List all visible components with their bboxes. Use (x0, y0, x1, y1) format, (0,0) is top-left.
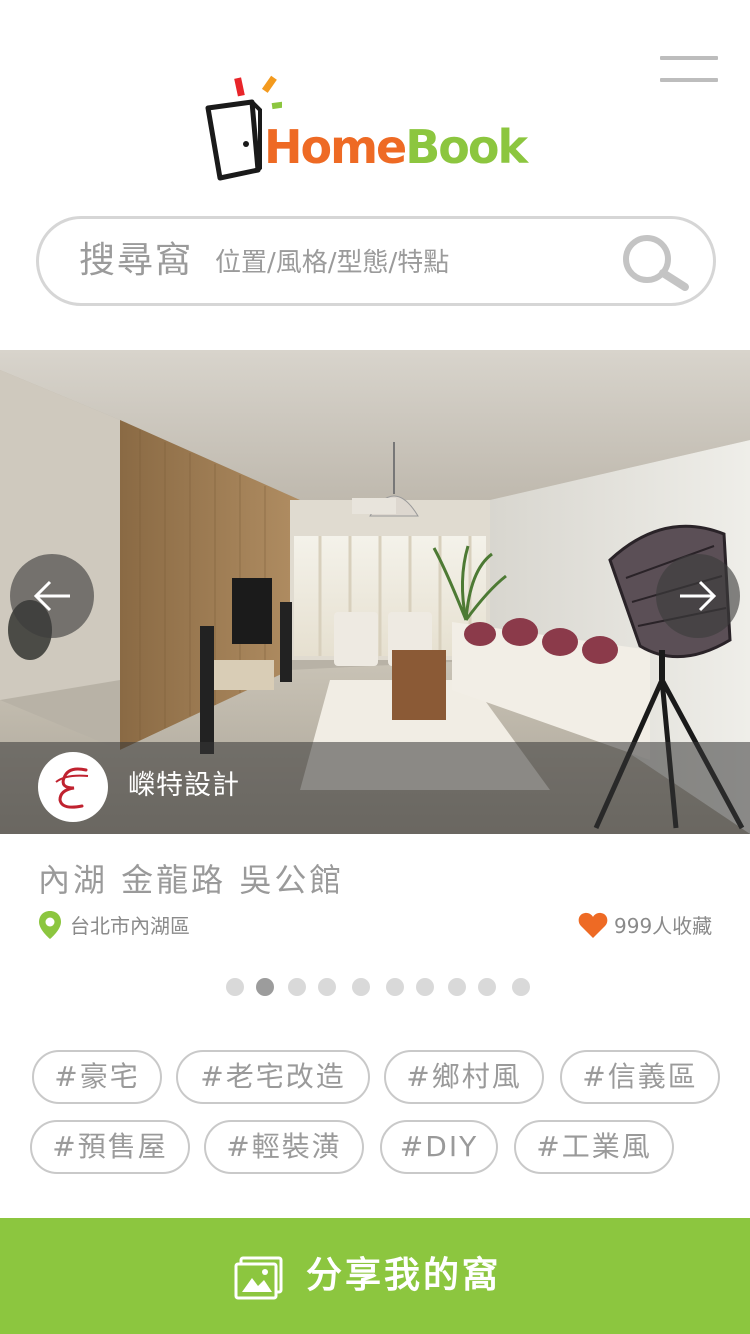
location-pin-icon (39, 911, 61, 939)
pagination-dot[interactable] (226, 978, 244, 996)
hero-carousel[interactable]: 嶸特設計 (0, 350, 750, 834)
carousel-prev-button[interactable] (10, 554, 94, 638)
pagination-dot[interactable] (448, 978, 466, 996)
pagination-dot[interactable] (416, 978, 434, 996)
pagination-dot-active[interactable] (256, 978, 274, 996)
favorite-count: 999人收藏 (614, 914, 713, 938)
arrow-right-icon (680, 580, 717, 612)
designer-name[interactable]: 嶸特設計 (128, 769, 240, 803)
tag-chip[interactable]: #信義區 (560, 1050, 720, 1104)
pagination-dot[interactable] (288, 978, 306, 996)
menu-line (660, 56, 718, 60)
share-label: 分享我的窩 (306, 1255, 502, 1296)
case-title[interactable]: 內湖 金龍路 吳公館 (38, 858, 344, 902)
pagination-dot[interactable] (318, 978, 336, 996)
tag-chip[interactable]: #鄉村風 (384, 1050, 544, 1104)
pagination-dot[interactable] (478, 978, 496, 996)
tag-chip[interactable]: #老宅改造 (176, 1050, 370, 1104)
tag-chip[interactable]: #豪宅 (32, 1050, 162, 1104)
search-title: 搜尋窩 (79, 240, 194, 281)
arrow-left-icon (33, 580, 70, 612)
share-my-home-button[interactable]: 分享我的窩 (0, 1218, 750, 1334)
search-bar[interactable]: 搜尋窩 (36, 216, 716, 306)
homebook-logo[interactable]: HomeBook (202, 74, 554, 184)
search-icon[interactable] (619, 233, 691, 293)
designer-bar[interactable]: 嶸特設計 (0, 742, 750, 834)
pagination-dot[interactable] (512, 978, 530, 996)
tag-chip[interactable]: #DIY (380, 1120, 498, 1174)
favorite-button[interactable]: 999人收藏 (578, 910, 718, 940)
tag-chip[interactable]: #預售屋 (30, 1120, 190, 1174)
tag-chip[interactable]: #輕裝潢 (204, 1120, 364, 1174)
image-upload-icon (234, 1256, 283, 1300)
logo-text-book: Book (405, 120, 528, 174)
location-text: 台北市內湖區 (70, 914, 190, 938)
pagination-dot[interactable] (352, 978, 370, 996)
pagination-dot[interactable] (386, 978, 404, 996)
tag-chip[interactable]: #工業風 (514, 1120, 674, 1174)
designer-logo-icon (55, 767, 89, 809)
menu-line (660, 78, 718, 82)
logo-wordmark: HomeBook (264, 124, 528, 170)
logo-text-home: Home (264, 120, 407, 174)
search-input[interactable] (215, 245, 595, 281)
carousel-next-button[interactable] (656, 554, 740, 638)
designer-avatar[interactable] (38, 752, 108, 822)
heart-icon (578, 912, 608, 938)
hamburger-menu-icon[interactable] (660, 56, 718, 84)
